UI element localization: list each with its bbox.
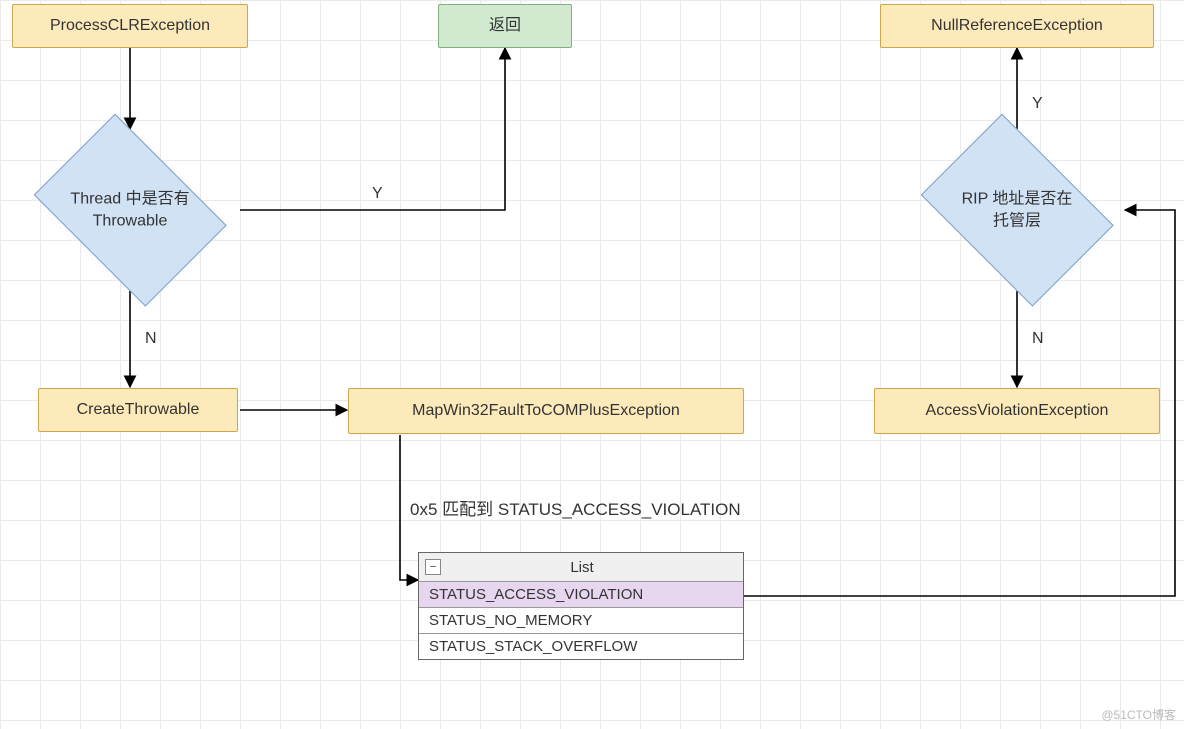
node-label: MapWin32FaultToCOMPlusException [412, 400, 680, 422]
list-item[interactable]: STATUS_ACCESS_VIOLATION [419, 582, 743, 608]
decision-thread-has-throwable: Thread 中是否有 Throwable [20, 130, 240, 290]
node-label: CreateThrowable [77, 399, 200, 421]
edge-label-thread-yes: Y [372, 185, 383, 203]
node-access-violation-exception: AccessViolationException [874, 388, 1160, 434]
watermark: @51CTO博客 [1101, 706, 1176, 723]
node-label: AccessViolationException [926, 400, 1109, 422]
node-mapwin32fault: MapWin32FaultToCOMPlusException [348, 388, 744, 434]
node-label: ProcessCLRException [50, 15, 210, 37]
diagram-canvas: ProcessCLRException 返回 NullReferenceExce… [0, 0, 1184, 729]
list-item-label: STATUS_ACCESS_VIOLATION [429, 586, 643, 603]
node-null-reference-exception: NullReferenceException [880, 4, 1154, 48]
node-label: NullReferenceException [931, 15, 1103, 37]
node-return: 返回 [438, 4, 572, 48]
edge-label-rip-no: N [1032, 330, 1044, 348]
list-title: List [449, 559, 737, 576]
list-header: − List [419, 553, 743, 582]
node-process-clr-exception: ProcessCLRException [12, 4, 248, 48]
list-item[interactable]: STATUS_STACK_OVERFLOW [419, 634, 743, 659]
decision-label: RIP 地址是否在 托管层 [929, 188, 1105, 231]
node-label: 返回 [489, 15, 521, 37]
node-create-throwable: CreateThrowable [38, 388, 238, 432]
list-item-label: STATUS_STACK_OVERFLOW [429, 638, 637, 655]
decision-label: Thread 中是否有 Throwable [42, 188, 218, 231]
decision-rip-in-managed: RIP 地址是否在 托管层 [907, 130, 1127, 290]
collapse-icon[interactable]: − [425, 559, 441, 575]
status-list: − List STATUS_ACCESS_VIOLATION STATUS_NO… [418, 552, 744, 660]
edge-label-rip-yes: Y [1032, 95, 1043, 113]
list-item[interactable]: STATUS_NO_MEMORY [419, 608, 743, 634]
list-item-label: STATUS_NO_MEMORY [429, 612, 592, 629]
edge-label-thread-no: N [145, 330, 157, 348]
edge-note-map: 0x5 匹配到 STATUS_ACCESS_VIOLATION [410, 495, 741, 520]
